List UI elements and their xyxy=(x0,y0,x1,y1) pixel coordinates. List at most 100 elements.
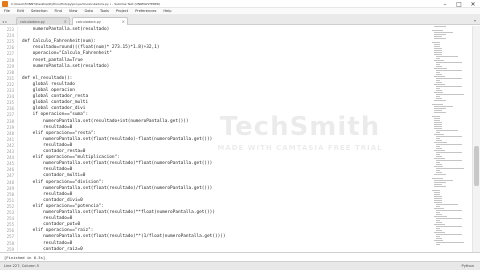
minimap-line xyxy=(434,166,444,167)
tab-dropdown-icon[interactable]: ▾ xyxy=(474,18,476,23)
minimap-line xyxy=(434,52,442,53)
minimap-line xyxy=(434,84,445,85)
minimap-line xyxy=(434,120,441,121)
vertical-scrollbar[interactable] xyxy=(472,26,480,266)
minimap-line xyxy=(436,172,442,173)
minimap-line xyxy=(436,82,442,83)
minimap-line xyxy=(436,218,462,219)
minimap-line xyxy=(436,204,458,205)
minimap-line xyxy=(436,170,441,171)
minimap-line xyxy=(434,60,444,61)
tab-2-active[interactable]: calculadora.py × xyxy=(72,17,128,25)
minimap-line xyxy=(434,208,444,209)
menu-selection[interactable]: Selection xyxy=(31,9,48,13)
tab-close-icon[interactable]: × xyxy=(64,19,67,24)
minimap-line xyxy=(434,100,446,101)
close-window-button[interactable]: ✕ xyxy=(466,0,480,8)
menu-edit[interactable]: Edit xyxy=(17,9,24,13)
menu-tools[interactable]: Tools xyxy=(100,9,109,13)
minimap-line xyxy=(436,88,441,89)
maximize-button[interactable]: □ xyxy=(452,0,466,8)
minimap-line xyxy=(436,78,462,79)
minimap-line xyxy=(436,206,441,207)
minimize-button[interactable]: – xyxy=(438,0,452,8)
minimap-line xyxy=(436,94,464,95)
minimap-line xyxy=(432,30,444,31)
minimap-line xyxy=(434,38,446,39)
minimap-line xyxy=(436,64,441,65)
minimap-line xyxy=(432,116,440,117)
minimap-line xyxy=(434,106,454,107)
minimap-line xyxy=(436,156,442,157)
minimap-line xyxy=(434,174,446,175)
minimap-line xyxy=(434,26,446,27)
minimap-line xyxy=(436,148,443,149)
minimap-line xyxy=(432,104,444,105)
status-bar: Line 227, Column 5 Python xyxy=(0,261,480,270)
minimap-line xyxy=(436,244,441,245)
minimap-line xyxy=(436,66,443,67)
build-output-text: [Finished in 0.3s] xyxy=(4,255,46,260)
menu-help[interactable]: Help xyxy=(163,9,171,13)
minimap-line xyxy=(436,140,443,141)
tab-close-icon[interactable]: × xyxy=(122,19,125,24)
minimap-line xyxy=(434,196,443,197)
minimap[interactable] xyxy=(432,26,470,266)
minimap-line xyxy=(434,142,448,143)
minimap-line xyxy=(434,180,454,181)
minimap-line xyxy=(436,212,441,213)
scrollbar-thumb[interactable] xyxy=(474,146,479,186)
tab-nav-arrows-icon[interactable]: ◂ ▸ xyxy=(2,19,7,24)
tab-1[interactable]: calculadora.py × xyxy=(16,17,70,25)
minimap-line xyxy=(434,110,442,111)
minimap-line xyxy=(434,240,444,241)
minimap-line xyxy=(434,34,446,35)
menu-find[interactable]: Find xyxy=(55,9,62,13)
cursor-position: Line 227, Column 5 xyxy=(4,264,39,268)
minimap-line xyxy=(434,232,445,233)
menu-file[interactable]: File xyxy=(4,9,10,13)
minimap-line xyxy=(432,42,440,43)
tab-bar: ◂ ▸ calculadora.py × calculadora.py × ▾ xyxy=(0,15,480,25)
minimap-line xyxy=(436,146,441,147)
minimap-line xyxy=(436,138,441,139)
code-editor[interactable]: 223 numeroPantalla.set(resultado) 224 225 d… xyxy=(0,26,430,270)
minimap-line xyxy=(434,192,441,193)
minimap-line xyxy=(434,150,445,151)
minimap-line xyxy=(436,96,441,97)
minimap-line xyxy=(436,80,441,81)
minimap-line xyxy=(434,32,454,33)
minimap-line xyxy=(434,186,446,187)
syntax-selector[interactable]: Python xyxy=(462,264,474,268)
minimap-line xyxy=(434,224,445,225)
minimap-line xyxy=(434,48,443,49)
minimap-line xyxy=(434,128,443,129)
minimap-line xyxy=(436,228,441,229)
menu-project[interactable]: Project xyxy=(116,9,128,13)
minimap-line xyxy=(432,190,440,191)
menu-view[interactable]: View xyxy=(69,9,78,13)
minimap-line xyxy=(436,226,462,227)
minimap-line xyxy=(434,158,445,159)
minimap-line xyxy=(436,168,464,169)
build-output-panel: [Finished in 0.3s] xyxy=(0,252,480,261)
minimap-line xyxy=(434,202,443,203)
menu-preferences[interactable]: Preferences xyxy=(135,9,156,13)
minimap-line xyxy=(434,44,441,45)
minimap-line xyxy=(436,98,442,99)
minimap-line xyxy=(434,122,443,123)
minimap-line xyxy=(434,46,441,47)
minimap-line xyxy=(436,222,443,223)
minimap-line xyxy=(434,68,448,69)
minimap-line xyxy=(436,132,441,133)
minimap-line xyxy=(434,184,442,185)
minimap-line xyxy=(436,214,443,215)
minimap-line xyxy=(436,162,441,163)
minimap-line xyxy=(434,134,444,135)
minimap-line xyxy=(436,236,441,237)
minimap-line xyxy=(434,108,446,109)
menu-goto[interactable]: Goto xyxy=(84,9,93,13)
title-bar: C:\Users\TONNY\Desktop\Python\Todopy\pro… xyxy=(0,0,480,8)
minimap-line xyxy=(436,154,441,155)
minimap-line xyxy=(434,50,443,51)
